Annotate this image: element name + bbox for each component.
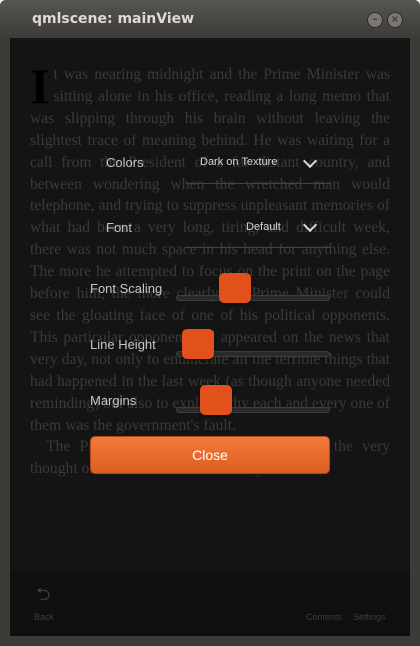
colors-label: Colors [106, 155, 144, 170]
line-height-label: Line Height [90, 337, 156, 352]
reader-view: It was nearing midnight and the Prime Mi… [10, 38, 410, 636]
font-scaling-slider-track[interactable] [176, 295, 330, 301]
font-select-value[interactable]: Default [246, 221, 281, 233]
window-title: qmlscene: mainView [32, 11, 195, 27]
chevron-down-icon[interactable] [302, 217, 318, 233]
line-height-slider-thumb[interactable] [182, 329, 214, 359]
back-button[interactable]: Back [34, 612, 54, 622]
back-arrow-icon[interactable]: ⮌ [36, 582, 50, 612]
settings-button[interactable]: Settings [353, 612, 386, 622]
close-button[interactable]: Close [90, 436, 330, 474]
font-select-underline [186, 247, 330, 248]
bottom-toolbar: ⮌ Back Contents Settings [10, 572, 410, 636]
app-window: – × qmlscene: mainView It was nearing mi… [0, 0, 420, 646]
margins-slider-thumb[interactable] [200, 385, 232, 415]
font-scaling-slider-thumb[interactable] [219, 273, 251, 303]
font-label: Font [106, 220, 133, 235]
minimize-button[interactable]: – [367, 12, 383, 28]
window-frame-bottom [0, 636, 420, 646]
close-window-button[interactable]: × [387, 12, 403, 28]
title-bar: – × qmlscene: mainView [0, 0, 420, 38]
settings-panel: Colors Dark on Texture Font Default Font… [10, 38, 410, 636]
margins-label: Margins [90, 393, 137, 408]
chevron-down-icon[interactable] [302, 153, 318, 169]
colors-select-value[interactable]: Dark on Texture [200, 156, 277, 168]
font-scaling-label: Font Scaling [90, 281, 163, 296]
contents-button[interactable]: Contents [306, 612, 342, 622]
colors-select-underline [186, 183, 330, 184]
